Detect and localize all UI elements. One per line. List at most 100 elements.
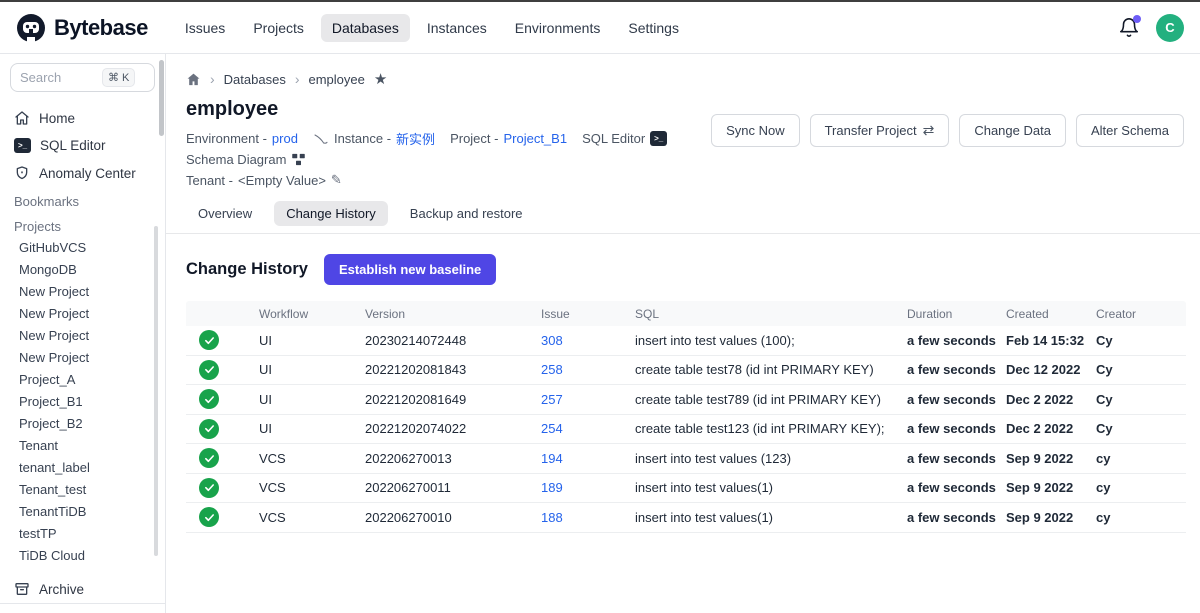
sql-cell: create table test789 (id int PRIMARY KEY… xyxy=(635,392,907,407)
tenant-value: <Empty Value> xyxy=(238,173,326,188)
sidebar-project-item[interactable]: Project_B1 xyxy=(0,391,165,413)
breadcrumb-employee[interactable]: employee xyxy=(309,72,365,87)
project-meta: Project - Project_B1 xyxy=(450,131,567,146)
sql-cell: create table test78 (id int PRIMARY KEY) xyxy=(635,362,907,377)
created-cell: Dec 2 2022 xyxy=(1006,392,1096,407)
bookmarks-section-label: Bookmarks xyxy=(0,187,165,212)
projects-section-label: Projects xyxy=(0,212,165,237)
search-box[interactable]: ⌘ K xyxy=(10,63,155,92)
duration-cell: a few seconds xyxy=(907,480,1006,495)
sidebar-project-item[interactable]: Tenant xyxy=(0,435,165,457)
sidebar-item-anomaly-center[interactable]: Anomaly Center xyxy=(0,159,165,187)
edit-pencil-icon[interactable]: ✎ xyxy=(331,172,342,188)
breadcrumb-databases[interactable]: Databases xyxy=(224,72,286,87)
table-row[interactable]: UI 20221202074022 254 create table test1… xyxy=(186,415,1186,445)
issue-link[interactable]: 188 xyxy=(541,510,563,525)
project-link[interactable]: Project_B1 xyxy=(503,131,567,146)
home-icon xyxy=(14,110,30,126)
issue-link[interactable]: 257 xyxy=(541,392,563,407)
nav-databases[interactable]: Databases xyxy=(321,14,410,42)
main-content: › Databases › employee ★ employee Enviro… xyxy=(166,54,1200,613)
duration-cell: a few seconds xyxy=(907,333,1006,348)
success-check-icon xyxy=(199,419,219,439)
search-input[interactable] xyxy=(20,70,98,85)
sidebar-project-item[interactable]: New Project xyxy=(0,325,165,347)
version-cell: 20221202074022 xyxy=(365,421,541,436)
sidebar-project-item[interactable]: tenant_label xyxy=(0,457,165,479)
projects-scrollbar[interactable] xyxy=(154,226,158,556)
sidebar-project-item[interactable]: Tenant_test xyxy=(0,479,165,501)
nav-projects[interactable]: Projects xyxy=(242,14,315,42)
sidebar-project-item[interactable]: testTP xyxy=(0,523,165,545)
created-cell: Sep 9 2022 xyxy=(1006,510,1096,525)
nav-instances[interactable]: Instances xyxy=(416,14,498,42)
sidebar-project-item[interactable]: TiDB Cloud xyxy=(0,545,165,567)
sync-now-button[interactable]: Sync Now xyxy=(711,114,800,147)
sql-editor-shortcut[interactable]: SQL Editor >_ xyxy=(582,131,667,146)
sidebar-item-archive[interactable]: Archive xyxy=(0,575,165,603)
success-check-icon xyxy=(199,330,219,350)
issue-link[interactable]: 258 xyxy=(541,362,563,377)
instance-link[interactable]: 新实例 xyxy=(396,129,435,148)
workflow-cell: VCS xyxy=(259,510,365,525)
table-row[interactable]: UI 20221202081843 258 create table test7… xyxy=(186,356,1186,386)
sidebar-item-home[interactable]: Home xyxy=(0,104,165,132)
transfer-project-button[interactable]: Transfer Project ⇄ xyxy=(810,114,950,147)
user-avatar[interactable]: C xyxy=(1156,14,1184,42)
sidebar-project-item[interactable]: New Project xyxy=(0,281,165,303)
issue-link[interactable]: 254 xyxy=(541,421,563,436)
notification-bell-icon[interactable] xyxy=(1118,17,1140,39)
page-title: employee xyxy=(186,98,711,121)
sidebar-project-item[interactable]: Project_A xyxy=(0,369,165,391)
sidebar-project-item[interactable]: Project_B2 xyxy=(0,413,165,435)
table-row[interactable]: VCS 202206270013 194 insert into test va… xyxy=(186,444,1186,474)
col-sql: SQL xyxy=(635,307,907,321)
tab-change-history[interactable]: Change History xyxy=(274,201,388,226)
sidebar-project-item[interactable]: New Project xyxy=(0,347,165,369)
bytebase-logo[interactable]: Bytebase xyxy=(16,13,148,43)
tab-overview[interactable]: Overview xyxy=(186,201,264,226)
success-check-icon xyxy=(199,360,219,380)
nav-environments[interactable]: Environments xyxy=(504,14,612,42)
creator-cell: cy xyxy=(1096,510,1186,525)
bytebase-logo-icon xyxy=(16,13,46,43)
version-cell: 20221202081649 xyxy=(365,392,541,407)
sidebar-project-item[interactable]: New Project xyxy=(0,303,165,325)
environment-link[interactable]: prod xyxy=(272,131,298,146)
schema-diagram-shortcut[interactable]: Schema Diagram xyxy=(186,152,306,167)
issue-link[interactable]: 189 xyxy=(541,480,563,495)
version-cell: 20221202081843 xyxy=(365,362,541,377)
sidebar-project-item[interactable]: TenantTiDB xyxy=(0,501,165,523)
sidebar-project-item[interactable]: GitHubVCS xyxy=(0,237,165,259)
establish-baseline-button[interactable]: Establish new baseline xyxy=(324,254,496,285)
home-breadcrumb-icon[interactable] xyxy=(186,72,201,87)
creator-cell: Cy xyxy=(1096,421,1186,436)
archive-icon xyxy=(14,581,30,597)
sql-cell: insert into test values(1) xyxy=(635,510,907,525)
workflow-cell: UI xyxy=(259,392,365,407)
duration-cell: a few seconds xyxy=(907,510,1006,525)
sidebar-project-item[interactable]: MongoDB xyxy=(0,259,165,281)
change-data-button[interactable]: Change Data xyxy=(959,114,1066,147)
issue-link[interactable]: 308 xyxy=(541,333,563,348)
sidebar-scrollbar[interactable] xyxy=(159,60,164,136)
alter-schema-button[interactable]: Alter Schema xyxy=(1076,114,1184,147)
created-cell: Sep 9 2022 xyxy=(1006,451,1096,466)
creator-cell: Cy xyxy=(1096,333,1186,348)
table-row[interactable]: VCS 202206270011 189 insert into test va… xyxy=(186,474,1186,504)
table-row[interactable]: UI 20230214072448 308 insert into test v… xyxy=(186,326,1186,356)
issue-link[interactable]: 194 xyxy=(541,451,563,466)
col-version: Version xyxy=(365,307,541,321)
table-row[interactable]: UI 20221202081649 257 create table test7… xyxy=(186,385,1186,415)
creator-cell: cy xyxy=(1096,451,1186,466)
nav-issues[interactable]: Issues xyxy=(174,14,236,42)
nav-settings[interactable]: Settings xyxy=(617,14,690,42)
col-creator: Creator xyxy=(1096,307,1186,321)
created-cell: Dec 12 2022 xyxy=(1006,362,1096,377)
sidebar-item-sql-editor[interactable]: >_ SQL Editor xyxy=(0,132,165,159)
bookmark-star-icon[interactable]: ★ xyxy=(374,70,387,88)
version-cell: 20230214072448 xyxy=(365,333,541,348)
success-check-icon xyxy=(199,507,219,527)
tab-backup-restore[interactable]: Backup and restore xyxy=(398,201,535,226)
table-row[interactable]: VCS 202206270010 188 insert into test va… xyxy=(186,503,1186,533)
